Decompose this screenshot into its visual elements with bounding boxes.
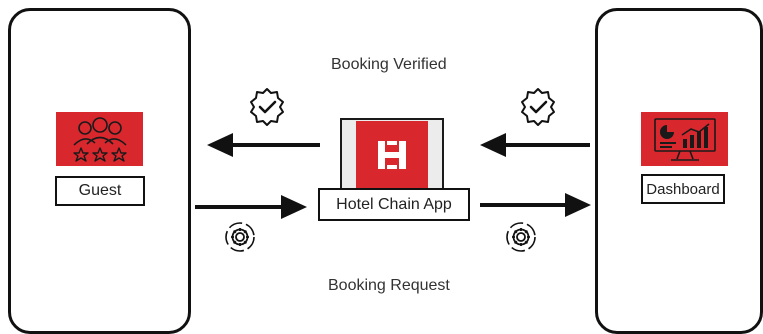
arrow-guest-to-app	[195, 195, 307, 219]
verified-badge-icon	[250, 88, 284, 126]
guest-label: Guest	[55, 176, 145, 206]
verified-badge-icon	[521, 88, 555, 126]
arrow-app-to-dashboard	[480, 193, 591, 217]
hotel-chain-app-label: Hotel Chain App	[318, 188, 470, 221]
booking-flow-diagram: Guest Dashboard Hotel Chain App Booking …	[0, 0, 763, 334]
dashboard-device-frame	[595, 8, 763, 334]
guest-group-icon	[56, 112, 143, 166]
guest-device-frame	[8, 8, 191, 334]
dashboard-label: Dashboard	[641, 174, 725, 204]
booking-verified-caption: Booking Verified	[331, 56, 447, 73]
processing-gear-icon	[506, 222, 536, 252]
arrow-app-to-guest	[207, 133, 320, 157]
processing-gear-icon	[225, 222, 255, 252]
analytics-monitor-icon	[641, 112, 728, 166]
arrow-dashboard-to-app	[480, 133, 590, 157]
hotel-logo-icon	[356, 121, 428, 188]
booking-request-caption: Booking Request	[328, 277, 450, 294]
